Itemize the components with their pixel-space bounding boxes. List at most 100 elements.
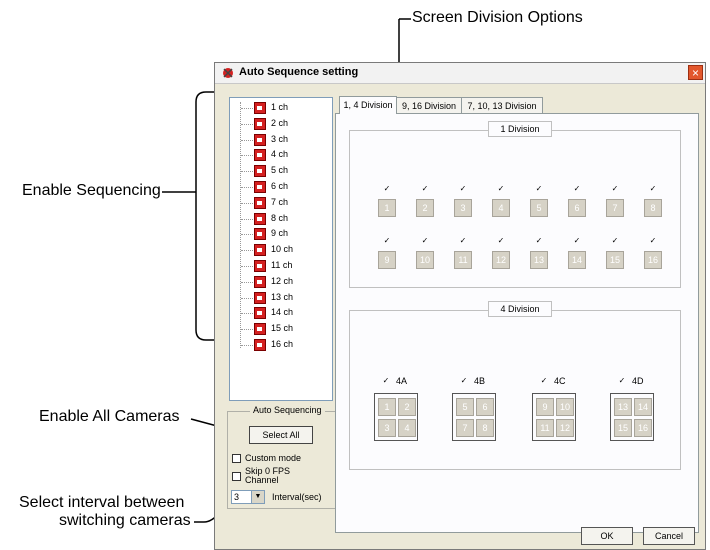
channel-checkbox[interactable]: ✓ xyxy=(421,185,429,193)
camera-icon xyxy=(254,102,266,114)
quad-box[interactable]: 5678 xyxy=(452,393,496,441)
quad-cell-button[interactable]: 9 xyxy=(536,398,554,416)
quad-cell-button[interactable]: 8 xyxy=(476,419,494,437)
channel-button[interactable]: 3 xyxy=(454,199,472,217)
camera-icon xyxy=(254,275,266,288)
callout-screen-division: Screen Division Options xyxy=(412,9,583,26)
channel-checkbox[interactable]: ✓ xyxy=(497,237,505,245)
channel-button[interactable]: 14 xyxy=(568,251,586,269)
quad-cell-button[interactable]: 15 xyxy=(614,419,632,437)
tree-item-channel[interactable]: 1 ch xyxy=(230,100,330,116)
channel-checkbox[interactable]: ✓ xyxy=(649,185,657,193)
channel-button[interactable]: 10 xyxy=(416,251,434,269)
tree-item-channel[interactable]: 2 ch xyxy=(230,116,330,132)
channel-checkbox[interactable]: ✓ xyxy=(611,237,619,245)
tree-item-channel[interactable]: 11 ch xyxy=(230,258,330,274)
quad-checkbox[interactable]: ✓ xyxy=(540,377,548,385)
tree-item-channel[interactable]: 14 ch xyxy=(230,305,330,321)
camera-icon xyxy=(254,117,266,130)
channel-label: 16 ch xyxy=(271,339,294,349)
tree-item-channel[interactable]: 7 ch xyxy=(230,195,330,211)
quad-box[interactable]: 1234 xyxy=(374,393,418,441)
quad-cell-button[interactable]: 4 xyxy=(398,419,416,437)
channel-checkbox[interactable]: ✓ xyxy=(383,237,391,245)
channel-checkbox[interactable]: ✓ xyxy=(497,185,505,193)
quad-box[interactable]: 13 14 15 16 xyxy=(610,393,654,441)
channel-button[interactable]: 15 xyxy=(606,251,624,269)
channel-button[interactable]: 9 xyxy=(378,251,396,269)
chevron-down-icon[interactable]: ▼ xyxy=(251,491,264,503)
quad-cell-button[interactable]: 5 xyxy=(456,398,474,416)
channel-button[interactable]: 13 xyxy=(530,251,548,269)
callout-enable-sequencing: Enable Sequencing xyxy=(22,182,161,199)
channel-button[interactable]: 11 xyxy=(454,251,472,269)
skip-fps-checkbox[interactable] xyxy=(232,472,241,481)
channel-checkbox[interactable]: ✓ xyxy=(421,237,429,245)
tree-item-channel[interactable]: 5 ch xyxy=(230,163,330,179)
quad-cell-button[interactable]: 7 xyxy=(456,419,474,437)
channel-button[interactable]: 4 xyxy=(492,199,510,217)
channel-checkbox[interactable]: ✓ xyxy=(383,185,391,193)
cancel-button[interactable]: Cancel xyxy=(643,527,695,545)
tree-item-channel[interactable]: 6 ch xyxy=(230,179,330,195)
quad-cell-button[interactable]: 14 xyxy=(634,398,652,416)
channel-button[interactable]: 5 xyxy=(530,199,548,217)
channel-checkbox[interactable]: ✓ xyxy=(573,237,581,245)
select-all-button[interactable]: Select All xyxy=(249,426,313,444)
quad-label: 4A xyxy=(396,376,408,386)
tree-connector xyxy=(241,202,253,204)
tab-7-10-13-division[interactable]: 7, 10, 13 Division xyxy=(461,97,543,114)
quad-checkbox[interactable]: ✓ xyxy=(618,377,626,385)
quad-cell-button[interactable]: 6 xyxy=(476,398,494,416)
tree-item-channel[interactable]: 3 ch xyxy=(230,132,330,148)
channel-label: 15 ch xyxy=(271,323,294,334)
tree-item-channel[interactable]: 12 ch xyxy=(230,274,330,290)
ok-button[interactable]: OK xyxy=(581,527,633,545)
channel-checkbox[interactable]: ✓ xyxy=(573,185,581,193)
channel-button[interactable]: 8 xyxy=(644,199,662,217)
tree-item-channel[interactable]: 10 ch xyxy=(230,242,330,258)
channel-button[interactable]: 16 xyxy=(644,251,662,269)
quad-cell-button[interactable]: 3 xyxy=(378,419,396,437)
camera-icon xyxy=(254,307,266,320)
quad-cell-button[interactable]: 2 xyxy=(398,398,416,416)
channel-checkbox[interactable]: ✓ xyxy=(459,237,467,245)
tree-item-channel[interactable]: 9 ch xyxy=(230,226,330,242)
channel-label: 1 ch xyxy=(271,102,289,112)
channel-checkbox[interactable]: ✓ xyxy=(535,185,543,193)
interval-value: 3 xyxy=(234,492,240,502)
quad-cell-button[interactable]: 16 xyxy=(634,419,652,437)
custom-mode-checkbox[interactable] xyxy=(232,454,241,463)
channel-tree[interactable]: 1 ch 2 ch 3 ch 4 ch 5 ch 6 ch 7 ch 8 ch 9 ch 10 c… xyxy=(229,97,333,401)
quad-box[interactable]: 9 10 11 12 xyxy=(532,393,576,441)
tab-1-4-division[interactable]: 1, 4 Division xyxy=(339,96,397,114)
channel-button[interactable]: 2 xyxy=(416,199,434,217)
quad-cell-button[interactable]: 10 xyxy=(556,398,574,416)
interval-select[interactable]: 3 ▼ xyxy=(231,490,265,504)
channel-button[interactable]: 1 xyxy=(378,199,396,217)
camera-icon xyxy=(254,181,266,193)
quad-cell-button[interactable]: 11 xyxy=(536,419,554,437)
channel-button[interactable]: 7 xyxy=(606,199,624,217)
quad-cell-button[interactable]: 13 xyxy=(614,398,632,416)
tab-9-16-division[interactable]: 9, 16 Division xyxy=(396,97,462,114)
tree-item-channel[interactable]: 16 ch xyxy=(230,337,330,353)
tree-item-channel[interactable]: 4 ch xyxy=(230,147,330,163)
tree-item-channel[interactable]: 15 ch xyxy=(230,321,330,337)
close-button[interactable]: × xyxy=(688,65,703,80)
tree-item-channel[interactable]: 13 ch xyxy=(230,290,330,306)
division-4-group: 4 Division ✓ 4A 1 2 3 4 ✓ 4B 5 6 7 8 ✓ 4C 9 10 11 12 ✓ 4D 13… xyxy=(349,301,681,470)
title-bar[interactable]: Auto Sequence setting × xyxy=(215,63,705,84)
quad-cell-button[interactable]: 1 xyxy=(378,398,396,416)
quad-checkbox[interactable]: ✓ xyxy=(460,377,468,385)
channel-checkbox[interactable]: ✓ xyxy=(649,237,657,245)
channel-checkbox[interactable]: ✓ xyxy=(535,237,543,245)
channel-button[interactable]: 12 xyxy=(492,251,510,269)
camera-icon xyxy=(254,196,266,209)
quad-cell-button[interactable]: 12 xyxy=(556,419,574,437)
channel-checkbox[interactable]: ✓ xyxy=(611,185,619,193)
quad-checkbox[interactable]: ✓ xyxy=(382,377,390,385)
tree-item-channel[interactable]: 8 ch xyxy=(230,211,330,227)
channel-button[interactable]: 6 xyxy=(568,199,586,217)
channel-checkbox[interactable]: ✓ xyxy=(459,185,467,193)
